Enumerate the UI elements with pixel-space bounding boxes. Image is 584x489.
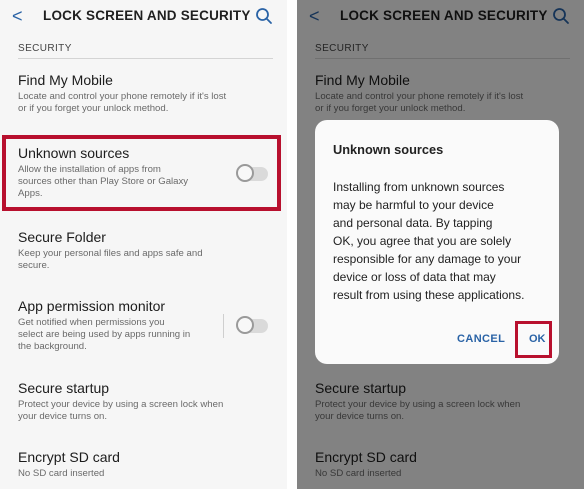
setting-app-permission-monitor[interactable]: App permission monitor Get notified when…	[18, 298, 273, 353]
left-screen: < LOCK SCREEN AND SECURITY SECURITY Find…	[0, 0, 287, 489]
setting-desc: Protect your device by using a screen lo…	[18, 399, 224, 422]
right-screen: < LOCK SCREEN AND SECURITY SECURITY Find…	[297, 0, 584, 489]
setting-encrypt-sd-card[interactable]: Encrypt SD card No SD card inserted	[18, 449, 273, 480]
setting-title: Find My Mobile	[18, 72, 113, 88]
cancel-button[interactable]: CANCEL	[457, 333, 505, 345]
highlight-box-unknown-sources	[2, 135, 281, 211]
page-title: LOCK SCREEN AND SECURITY	[43, 8, 251, 23]
setting-desc: Get notified when permissions you select …	[18, 317, 191, 352]
dialog-body: Installing from unknown sources may be h…	[333, 180, 525, 302]
setting-desc: Keep your personal files and apps safe a…	[18, 248, 203, 271]
section-divider	[18, 58, 273, 59]
back-arrow-icon[interactable]: <	[12, 6, 23, 27]
setting-desc: Locate and control your phone remotely i…	[18, 91, 227, 114]
dialog-title: Unknown sources	[333, 142, 444, 157]
app-bar: < LOCK SCREEN AND SECURITY	[0, 0, 287, 32]
setting-secure-folder[interactable]: Secure Folder Keep your personal files a…	[18, 229, 273, 272]
setting-secure-startup[interactable]: Secure startup Protect your device by us…	[18, 380, 273, 423]
ok-button[interactable]: OK	[529, 333, 546, 345]
screen-divider	[287, 0, 297, 489]
setting-title: Secure Folder	[18, 229, 106, 245]
app-permission-monitor-toggle[interactable]	[236, 316, 268, 334]
setting-title: Secure startup	[18, 380, 110, 396]
section-header: SECURITY	[18, 43, 72, 54]
toggle-divider	[223, 314, 224, 338]
setting-desc: No SD card inserted	[18, 468, 105, 479]
setting-title: App permission monitor	[18, 298, 166, 314]
search-icon[interactable]	[255, 7, 273, 25]
unknown-sources-dialog: Unknown sources Installing from unknown …	[315, 120, 559, 364]
setting-find-my-mobile[interactable]: Find My Mobile Locate and control your p…	[18, 72, 273, 115]
setting-title: Encrypt SD card	[18, 449, 120, 465]
